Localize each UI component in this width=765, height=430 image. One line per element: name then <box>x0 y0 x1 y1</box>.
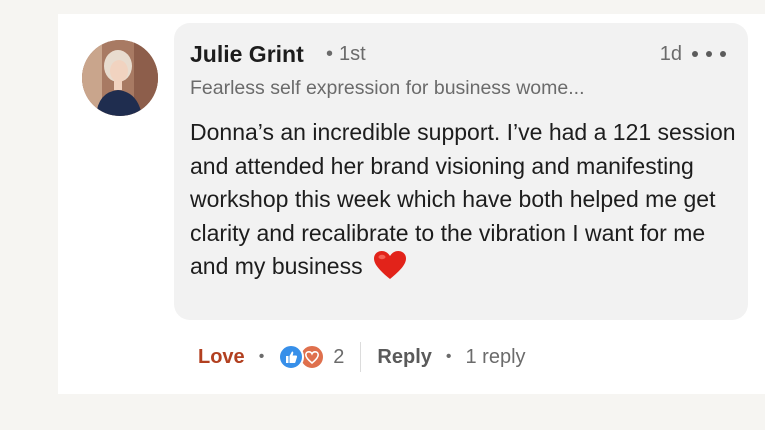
divider <box>360 342 362 372</box>
author-name[interactable]: Julie Grint <box>190 41 304 68</box>
avatar[interactable] <box>82 40 158 116</box>
comment-time: 1d <box>659 43 682 65</box>
reaction-count: 2 <box>333 345 345 368</box>
separator-dot: • <box>258 348 265 365</box>
reply-count-link[interactable]: 1 reply <box>466 346 526 369</box>
reply-button[interactable]: Reply <box>377 346 431 369</box>
comment-card: Julie Grint • 1st 1d Fearless self expres… <box>58 14 765 394</box>
degree-label: 1st <box>339 43 366 65</box>
author-headline: Fearless self expression for business wo… <box>190 77 585 99</box>
reactions-summary[interactable]: 2 <box>278 344 344 370</box>
degree-separator: • <box>326 43 334 65</box>
comment-body: Donna’s an incredible support. I’ve had … <box>190 119 736 279</box>
connection-degree: • 1st <box>326 43 366 66</box>
heart-emoji-icon <box>373 251 406 279</box>
more-options-icon[interactable] <box>692 43 726 65</box>
comment-text: Donna’s an incredible support. I’ve had … <box>190 116 742 284</box>
like-reaction-icon <box>278 344 305 370</box>
love-reaction-button[interactable]: Love <box>198 346 245 369</box>
separator-dot: • <box>445 348 452 365</box>
comment-bubble: Julie Grint • 1st 1d Fearless self expres… <box>174 23 748 320</box>
avatar-photo <box>82 40 158 116</box>
comment-actions: Love • 2 Reply • 1 reply <box>198 339 526 375</box>
